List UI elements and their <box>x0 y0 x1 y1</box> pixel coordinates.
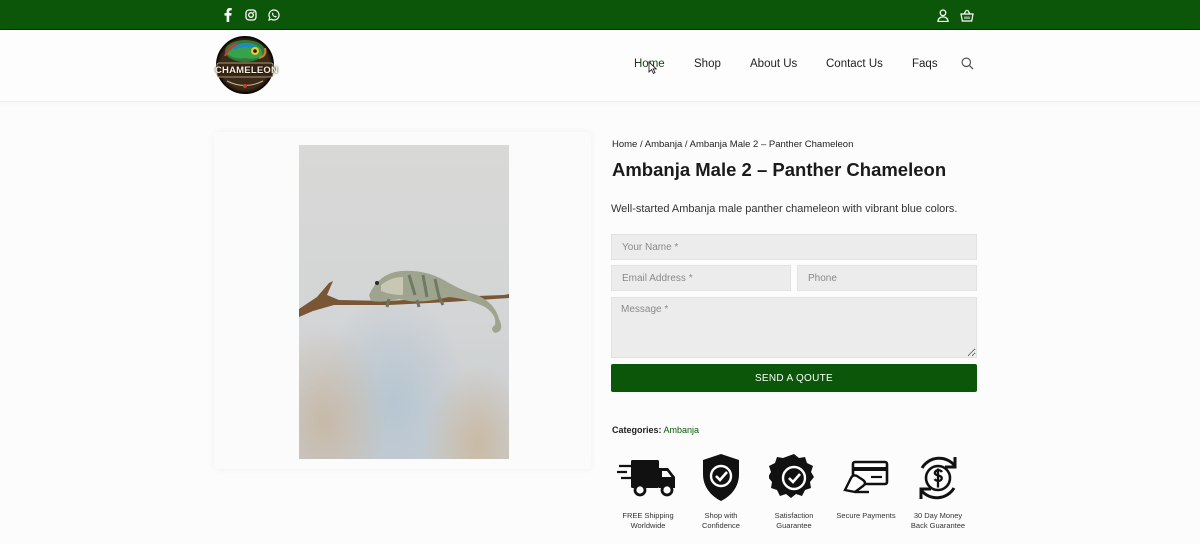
badge-label: Secure Payments <box>836 511 896 520</box>
nav-shop[interactable]: Shop <box>694 58 721 70</box>
badge-money-back: 30 Day Money Back Guarantee <box>903 452 973 531</box>
send-quote-button[interactable]: SEND A QOUTE <box>611 364 977 392</box>
credit-card-icon <box>831 452 901 504</box>
guarantee-seal-icon <box>759 452 829 504</box>
nav-about-us[interactable]: About Us <box>750 58 797 70</box>
product-categories: Categories: Ambanja <box>612 425 699 435</box>
site-logo[interactable]: CHAMELEON <box>215 34 279 96</box>
instagram-icon[interactable] <box>244 7 258 23</box>
logo-wordmark: CHAMELEON <box>215 65 279 76</box>
money-back-icon <box>903 452 973 504</box>
shield-check-icon <box>686 452 756 504</box>
product-title: Ambanja Male 2 – Panther Chameleon <box>612 159 947 180</box>
mouse-cursor-icon <box>648 60 658 79</box>
badge-label: Confidence <box>702 521 740 530</box>
badge-free-shipping: FREE Shipping Worldwide <box>613 452 683 531</box>
facebook-icon[interactable] <box>221 7 235 23</box>
badge-label: Guarantee <box>776 521 812 530</box>
category-link[interactable]: Ambanja <box>664 425 700 435</box>
top-bar <box>0 0 1200 30</box>
search-icon[interactable] <box>961 57 974 75</box>
badge-label: Worldwide <box>630 521 666 530</box>
email-field[interactable] <box>611 265 791 291</box>
user-icon[interactable] <box>936 7 950 23</box>
account-links <box>936 7 974 23</box>
product-image[interactable] <box>299 145 509 459</box>
breadcrumb-separator: / <box>637 139 645 150</box>
badge-satisfaction-guarantee: Satisfaction Guarantee <box>759 452 829 531</box>
breadcrumb-category[interactable]: Ambanja <box>645 139 683 150</box>
site-header: CHAMELEON Home Shop About Us Contact Us … <box>0 30 1200 102</box>
whatsapp-icon[interactable] <box>267 7 281 23</box>
breadcrumb-home[interactable]: Home <box>612 139 637 150</box>
name-field[interactable] <box>611 234 977 260</box>
phone-field[interactable] <box>797 265 977 291</box>
product-description: Well-started Ambanja male panther chamel… <box>611 203 958 215</box>
badge-label: FREE Shipping <box>622 511 674 520</box>
badge-secure-payments: Secure Payments <box>831 452 901 521</box>
nav-faqs[interactable]: Faqs <box>912 58 938 70</box>
social-links <box>221 7 281 23</box>
message-field[interactable] <box>611 297 977 358</box>
breadcrumb: Home / Ambanja / Ambanja Male 2 – Panthe… <box>612 139 853 150</box>
shopping-basket-icon[interactable] <box>960 7 974 23</box>
categories-label: Categories: <box>612 425 662 435</box>
nav-contact-us[interactable]: Contact Us <box>826 58 883 70</box>
badge-shop-with-confidence: Shop with Confidence <box>686 452 756 531</box>
badge-label: Satisfaction <box>774 511 814 520</box>
breadcrumb-separator: / <box>682 139 690 150</box>
badge-label: 30 Day Money <box>913 511 963 520</box>
badge-label: Shop with <box>704 511 738 520</box>
delivery-truck-icon <box>613 452 683 504</box>
badge-label: Back Guarantee <box>910 521 966 530</box>
breadcrumb-current: Ambanja Male 2 – Panther Chameleon <box>689 139 854 150</box>
